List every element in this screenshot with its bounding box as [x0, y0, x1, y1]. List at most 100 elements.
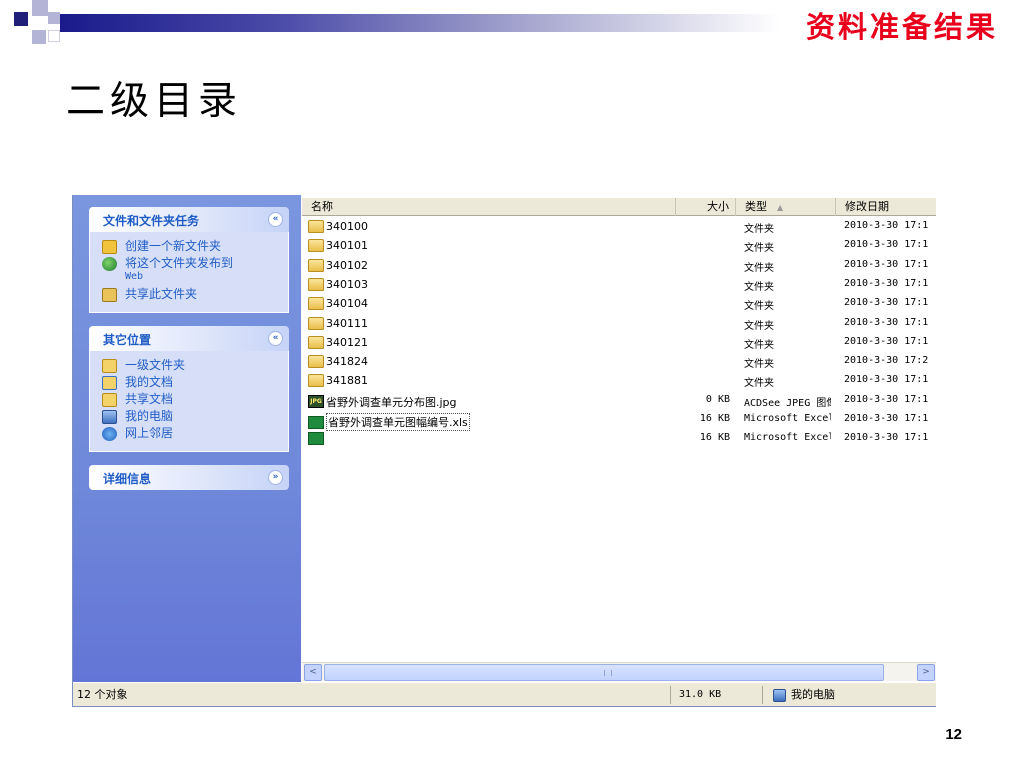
file-type-cell: 文件夹 — [744, 243, 774, 255]
file-name-cell: 340102 — [308, 258, 673, 272]
column-header-date[interactable]: 修改日期 — [836, 198, 936, 216]
place-network[interactable]: 网上邻居 — [102, 426, 282, 441]
place-my-documents[interactable]: 我的文档 — [102, 375, 282, 390]
file-name: 340102 — [326, 258, 368, 272]
folder-icon — [308, 355, 324, 369]
file-name-cell: 341881 — [308, 374, 673, 388]
column-header-label: 修改日期 — [845, 200, 889, 213]
file-date-cell: 2010-3-30 17:1 — [844, 239, 929, 251]
task-section-header[interactable]: 文件和文件夹任务 « — [89, 207, 289, 232]
file-list-pane: 名称 大小 类型 ▲ 修改日期 340100 文件夹 2010-3-30 17:1 34… — [302, 195, 936, 682]
task-label: 创建一个新文件夹 — [125, 239, 222, 253]
page-number: 12 — [945, 726, 962, 743]
file-name: 省野外调查单元分布图.jpg — [326, 395, 457, 409]
file-date-cell: 2010-3-30 17:1 — [844, 335, 929, 347]
decor-square — [32, 30, 46, 44]
file-date-cell: 2010-3-30 17:1 — [844, 258, 929, 270]
column-header-size[interactable]: 大小 — [676, 198, 736, 216]
file-type-cell: Microsoft Excel... — [744, 432, 831, 444]
decor-square — [48, 30, 60, 42]
place-my-computer[interactable]: 我的电脑 — [102, 409, 282, 424]
file-row[interactable]: 340104 文件夹 2010-3-30 17:1 — [302, 295, 936, 314]
file-name: 340101 — [326, 239, 368, 253]
file-date-cell: 2010-3-30 17:1 — [844, 393, 929, 405]
place-parent-folder[interactable]: 一级文件夹 — [102, 358, 282, 373]
file-type-cell: 文件夹 — [744, 359, 774, 371]
shared-documents-icon — [102, 393, 117, 407]
expand-chevron-icon[interactable]: » — [268, 470, 283, 485]
file-row[interactable]: 省野外调查单元图幅编号.xls16 KBMicrosoft Excel...20… — [302, 411, 936, 431]
file-name: 341881 — [326, 374, 368, 388]
file-name: 340100 — [326, 220, 368, 233]
task-label-continued: Web — [125, 271, 144, 282]
task-create-folder[interactable]: 创建一个新文件夹 — [102, 239, 282, 254]
task-section-title: 其它位置 — [103, 333, 152, 347]
file-row[interactable]: JPG 省野外调查单元分布图.jpg 0 KB ACDSee JPEG 图像 2010-… — [302, 392, 936, 411]
place-label: 我的电脑 — [125, 409, 174, 423]
file-name-cell: JPG 省野外调查单元分布图.jpg — [308, 394, 673, 410]
decor-square — [32, 0, 48, 16]
collapse-chevron-icon[interactable]: « — [268, 331, 283, 346]
sort-ascending-icon: ▲ — [777, 203, 784, 212]
scroll-thumb[interactable] — [324, 664, 884, 681]
file-date-cell: 2010-3-30 17:1 — [844, 316, 929, 328]
task-section-details: 详细信息 » — [89, 465, 289, 490]
file-type-cell: Microsoft Excel... — [744, 413, 831, 424]
status-bar: 12 个对象 31.0 KB 我的电脑 — [73, 682, 936, 706]
column-header-name[interactable]: 名称 — [302, 198, 676, 216]
task-section-header[interactable]: 详细信息 » — [89, 465, 289, 490]
task-share-folder[interactable]: 共享此文件夹 — [102, 287, 282, 302]
file-row[interactable]: 340101 文件夹 2010-3-30 17:1 — [302, 237, 936, 256]
file-name-cell: 340121 — [308, 335, 673, 349]
file-row[interactable]: 340103 文件夹 2010-3-30 17:1 — [302, 276, 936, 295]
horizontal-scrollbar[interactable]: < > — [302, 662, 936, 681]
task-section-header[interactable]: 其它位置 « — [89, 326, 289, 351]
file-date-cell: 2010-3-30 17:1 — [844, 374, 929, 386]
file-row[interactable]: 340121 文件夹 2010-3-30 17:1 — [302, 334, 936, 353]
file-name-cell: 省野外调查单元图幅编号.xls — [308, 413, 673, 431]
decor-square — [48, 12, 60, 24]
folder-icon — [308, 220, 324, 233]
file-type-cell: 文件夹 — [744, 320, 774, 332]
file-type-cell: 文件夹 — [744, 262, 774, 274]
column-header-label: 类型 — [745, 200, 767, 213]
file-row[interactable]: 340100 文件夹 2010-3-30 17:1 — [302, 218, 936, 237]
column-header-type[interactable]: 类型 ▲ — [736, 198, 836, 216]
decor-square — [14, 12, 28, 26]
share-folder-icon — [102, 288, 117, 302]
place-label: 我的文档 — [125, 375, 174, 389]
file-date-cell: 2010-3-30 17:2 — [844, 355, 929, 367]
task-section-title: 详细信息 — [103, 472, 152, 486]
file-name-cell: 340103 — [308, 277, 673, 291]
column-header-label: 大小 — [707, 200, 729, 213]
status-zone: 我的电脑 — [763, 686, 936, 704]
scroll-right-icon[interactable]: > — [917, 664, 935, 681]
file-date-cell: 2010-3-30 17:1 — [844, 413, 929, 424]
file-date-cell: 2010-3-30 17:1 — [844, 220, 929, 231]
file-row[interactable]: 16 KBMicrosoft Excel...2010-3-30 17:1 — [302, 430, 936, 449]
collapse-chevron-icon[interactable]: « — [268, 212, 283, 227]
file-type-cell: 文件夹 — [744, 281, 774, 293]
slide-heading: 资料准备结果 — [805, 10, 998, 44]
place-label: 一级文件夹 — [125, 358, 186, 372]
scroll-left-icon[interactable]: < — [304, 664, 322, 681]
file-date-cell: 2010-3-30 17:1 — [844, 432, 929, 444]
task-publish-web[interactable]: 将这个文件夹发布到 Web — [102, 256, 282, 284]
file-row[interactable]: 341824 文件夹 2010-3-30 17:2 — [302, 353, 936, 372]
file-row[interactable]: 340111 文件夹 2010-3-30 17:1 — [302, 315, 936, 334]
file-row[interactable]: 341881 文件夹 2010-3-30 17:1 — [302, 372, 936, 391]
task-section-body: 一级文件夹 我的文档 共享文档 我的电脑 网上邻居 — [89, 351, 289, 452]
folder-icon — [308, 297, 324, 311]
file-name-cell: 340111 — [308, 316, 673, 330]
status-object-count: 12 个对象 — [73, 686, 671, 704]
place-label: 共享文档 — [125, 392, 174, 406]
file-row[interactable]: 340102 文件夹 2010-3-30 17:1 — [302, 257, 936, 276]
file-name-cell — [308, 432, 673, 446]
place-shared-documents[interactable]: 共享文档 — [102, 392, 282, 407]
task-section-body: 创建一个新文件夹 将这个文件夹发布到 Web 共享此文件夹 — [89, 232, 289, 313]
scroll-grip-icon — [604, 670, 612, 676]
task-section-title: 文件和文件夹任务 — [103, 214, 200, 228]
file-type-cell: 文件夹 — [744, 339, 774, 351]
my-computer-icon — [102, 410, 117, 424]
task-section-other-places: 其它位置 « 一级文件夹 我的文档 共享文档 我的电脑 网上邻居 — [89, 326, 289, 452]
